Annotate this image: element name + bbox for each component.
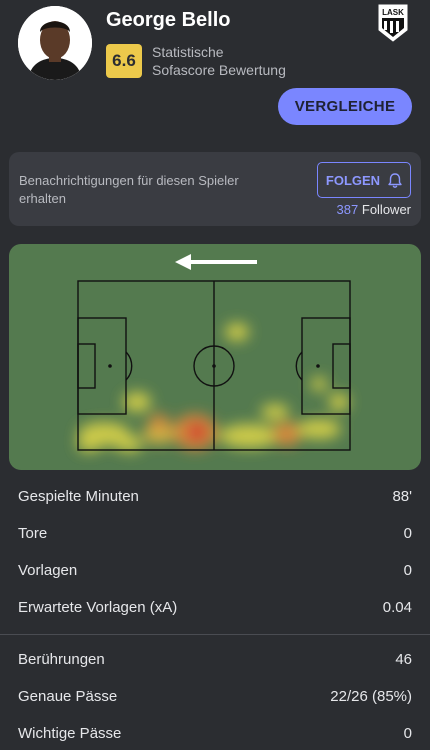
club-logo-text: LASK (382, 8, 404, 17)
stat-row-touches: Berührungen 46 (0, 641, 430, 678)
stat-row-accurate-passes: Genaue Pässe 22/26 (85%) (0, 678, 430, 715)
rating-caption-line2: Sofascore Bewertung (152, 62, 286, 78)
follower-count: 387 Follower (337, 202, 411, 217)
stat-label: Tore (18, 525, 48, 542)
stat-row-assists: Vorlagen 0 (0, 552, 430, 589)
club-logo[interactable]: LASK (378, 4, 408, 42)
stat-value: 0 (403, 525, 412, 542)
heatmap-pitch (77, 254, 351, 452)
heatmap-blobs (77, 323, 349, 452)
compare-button[interactable]: VERGLEICHE (278, 88, 412, 125)
stat-row-key-passes: Wichtige Pässe 0 (0, 715, 430, 750)
stat-row-goals: Tore 0 (0, 515, 430, 552)
stat-value: 22/26 (85%) (330, 688, 412, 705)
stat-value: 0 (403, 725, 412, 742)
rating-badge: 6.6 (106, 44, 142, 78)
stat-value: 0.04 (382, 599, 412, 616)
stat-label: Erwartete Vorlagen (xA) (18, 599, 178, 616)
stat-value: 0 (403, 562, 412, 579)
player-avatar (18, 6, 92, 80)
stats-divider (0, 634, 430, 635)
stat-row-minutes: Gespielte Minuten 88' (0, 478, 430, 515)
rating-caption: Statistische Sofascore Bewertung (152, 43, 286, 79)
stat-label: Berührungen (18, 651, 105, 668)
follower-label: Follower (361, 202, 411, 217)
stat-value: 46 (395, 651, 412, 668)
heatmap-card[interactable] (9, 244, 421, 470)
follower-number: 387 (336, 202, 359, 217)
player-header: George Bello 6.6 Statistische Sofascore … (0, 0, 430, 140)
stat-label: Gespielte Minuten (18, 488, 139, 505)
stat-label: Vorlagen (18, 562, 78, 579)
stat-value: 88' (392, 488, 412, 505)
stat-label: Genaue Pässe (18, 688, 118, 705)
stat-row-expected-assists: Erwartete Vorlagen (xA) 0.04 (0, 589, 430, 626)
arrow-left-icon (175, 254, 257, 270)
notification-text: Benachrichtigungen für diesen Spieler er… (19, 173, 239, 206)
stats-list: Gespielte Minuten 88' Tore 0 Vorlagen 0 … (0, 478, 430, 750)
follow-button[interactable]: FOLGEN (317, 162, 411, 198)
follow-card: Benachrichtigungen für diesen Spieler er… (9, 152, 421, 226)
player-name: George Bello (106, 9, 231, 31)
rating-caption-line1: Statistische (152, 44, 224, 60)
stat-label: Wichtige Pässe (18, 725, 122, 742)
bell-icon (388, 172, 402, 188)
follow-button-label: FOLGEN (325, 172, 381, 188)
